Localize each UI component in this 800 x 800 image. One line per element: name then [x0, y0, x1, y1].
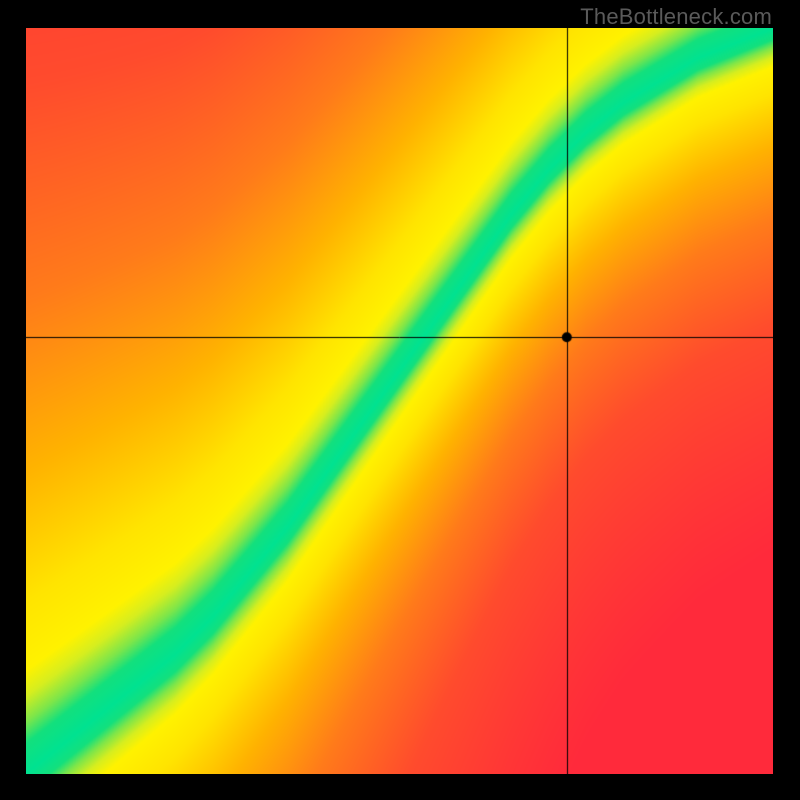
chart-frame: TheBottleneck.com — [0, 0, 800, 800]
watermark-text: TheBottleneck.com — [580, 4, 772, 30]
bottleneck-heatmap — [26, 28, 773, 774]
